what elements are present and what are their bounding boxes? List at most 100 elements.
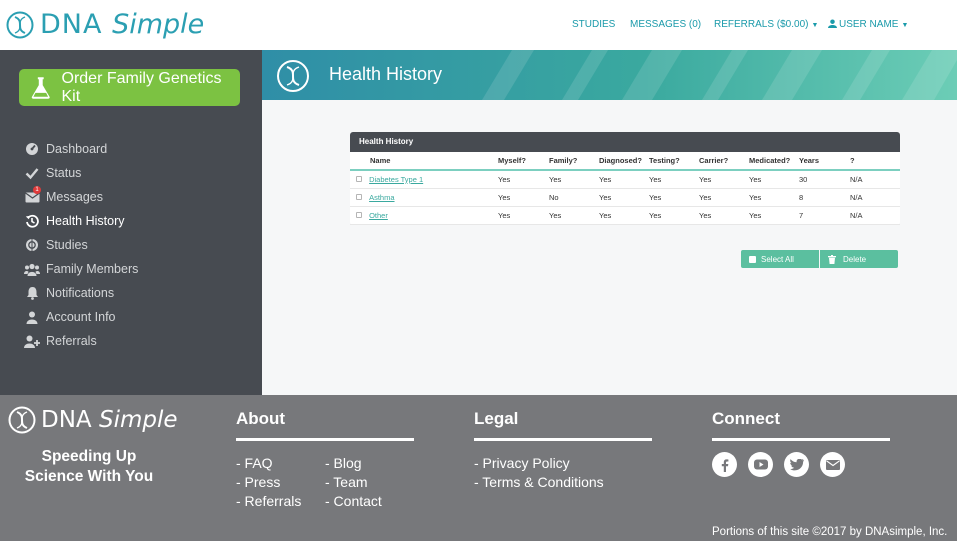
sidebar-item-label: Messages — [46, 190, 103, 204]
select-all-button[interactable]: Select All — [741, 250, 819, 268]
sidebar-item-status[interactable]: Status — [24, 161, 138, 185]
dna-logo-icon — [277, 60, 309, 92]
copyright: Portions of this site ©2017 by DNAsimple… — [712, 526, 948, 538]
table-row: Asthma Yes No Yes Yes Yes Yes 8 N/A — [350, 188, 900, 207]
check-icon — [24, 165, 40, 181]
order-kit-button[interactable]: Order Family Genetics Kit — [19, 69, 240, 106]
table-cell: Yes — [599, 206, 649, 225]
footer-link-press[interactable]: - Press — [236, 473, 301, 492]
table-cell: Yes — [498, 188, 549, 207]
column-header[interactable]: Carrier? — [699, 152, 749, 171]
sidebar-item-dashboard[interactable]: Dashboard — [24, 137, 138, 161]
envelope-icon: 1 — [24, 186, 41, 205]
table-row: Diabetes Type 1 Yes Yes Yes Yes Yes Yes … — [350, 170, 900, 189]
sidebar-item-label: Referrals — [46, 334, 97, 348]
sidebar: Order Family Genetics Kit Dashboard Stat… — [0, 50, 262, 395]
page-title: Health History — [329, 64, 443, 84]
footer-link-terms[interactable]: - Terms & Conditions — [474, 473, 604, 492]
trash-icon — [828, 254, 836, 264]
nav-messages[interactable]: MESSAGES (0) — [630, 19, 701, 30]
condition-link[interactable]: Diabetes Type 1 — [369, 175, 423, 184]
bell-icon — [24, 285, 40, 301]
user-plus-icon — [24, 333, 40, 349]
sidebar-item-label: Notifications — [46, 286, 115, 300]
table-cell: Yes — [649, 170, 699, 189]
footer-legal-links: - Privacy Policy - Terms & Conditions — [474, 454, 604, 492]
table-cell: Yes — [599, 188, 649, 207]
table-cell: Yes — [549, 206, 599, 225]
column-header[interactable]: Medicated? — [749, 152, 799, 171]
sidebar-item-messages[interactable]: 1 Messages — [24, 185, 138, 209]
column-header[interactable]: Name — [350, 152, 498, 171]
table-cell: Yes — [749, 170, 799, 189]
nav-user-label: USER NAME — [839, 19, 899, 30]
table-cell: Yes — [549, 170, 599, 189]
row-checkbox[interactable] — [356, 175, 362, 182]
footer-link-blog[interactable]: - Blog — [325, 454, 382, 473]
row-checkbox[interactable] — [356, 193, 362, 200]
twitter-icon[interactable] — [784, 452, 809, 477]
nav-referrals-dropdown[interactable]: REFERRALS ($0.00) ▼ — [714, 19, 818, 30]
table-cell: Yes — [498, 170, 549, 189]
footer-connect: Connect — [712, 409, 890, 441]
sidebar-item-studies[interactable]: Studies — [24, 233, 138, 257]
dnasimple-logo[interactable]: DNA Simple — [6, 9, 204, 40]
page-banner: Health History — [262, 50, 957, 100]
column-header[interactable]: Family? — [549, 152, 599, 171]
table-cell: N/A — [850, 170, 900, 189]
footer-link-team[interactable]: - Team — [325, 473, 382, 492]
table-cell: Yes — [699, 206, 749, 225]
footer-logo[interactable]: DNA Simple — [8, 406, 178, 434]
footer-link-faq[interactable]: - FAQ — [236, 454, 301, 473]
facebook-icon[interactable] — [712, 452, 737, 477]
table-cell: Yes — [599, 170, 649, 189]
column-header[interactable]: Diagnosed? — [599, 152, 649, 171]
table-cell: 30 — [799, 170, 850, 189]
table-cell: N/A — [850, 206, 900, 225]
studies-icon — [24, 237, 40, 253]
sidebar-item-referrals[interactable]: Referrals — [24, 329, 138, 353]
nav-user-dropdown[interactable]: USER NAME ▼ — [828, 19, 908, 30]
divider — [474, 438, 652, 441]
email-icon[interactable] — [820, 452, 845, 477]
table-cell: N/A — [850, 188, 900, 207]
nav-referrals-label: REFERRALS ($0.00) — [714, 19, 809, 30]
column-header[interactable]: Testing? — [649, 152, 699, 171]
delete-button[interactable]: Delete — [820, 250, 898, 268]
social-links — [712, 452, 856, 477]
table-title: Health History — [350, 132, 900, 152]
sidebar-item-notifications[interactable]: Notifications — [24, 281, 138, 305]
table-row: Other Yes Yes Yes Yes Yes Yes 7 N/A — [350, 206, 900, 225]
flask-icon — [31, 76, 50, 99]
footer-link-referrals[interactable]: - Referrals — [236, 492, 301, 511]
health-history-table: Name Myself? Family? Diagnosed? Testing?… — [350, 152, 900, 225]
checkbox-icon — [749, 255, 756, 263]
dna-logo-icon — [8, 406, 36, 434]
column-header[interactable]: ? — [850, 152, 900, 171]
table-cell: Yes — [749, 206, 799, 225]
sidebar-item-account-info[interactable]: Account Info — [24, 305, 138, 329]
condition-link[interactable]: Other — [369, 211, 388, 220]
divider — [236, 438, 414, 441]
user-icon — [828, 19, 837, 28]
footer-link-contact[interactable]: - Contact — [325, 492, 382, 511]
table-cell: Yes — [649, 206, 699, 225]
table-cell: No — [549, 188, 599, 207]
table-cell: 8 — [799, 188, 850, 207]
column-header[interactable]: Myself? — [498, 152, 549, 171]
column-header[interactable]: Years — [799, 152, 850, 171]
chevron-down-icon: ▼ — [901, 22, 909, 29]
footer-heading: About — [236, 409, 286, 428]
sidebar-item-health-history[interactable]: Health History — [24, 209, 138, 233]
divider — [712, 438, 890, 441]
condition-link[interactable]: Asthma — [369, 193, 394, 202]
youtube-icon[interactable] — [748, 452, 773, 477]
table-cell: Yes — [699, 188, 749, 207]
footer-logo-text: DNA Simple — [41, 407, 178, 433]
sidebar-item-family-members[interactable]: Family Members — [24, 257, 138, 281]
footer-link-privacy[interactable]: - Privacy Policy — [474, 454, 604, 473]
logo-text: DNA Simple — [40, 9, 205, 40]
table-cell: Yes — [649, 188, 699, 207]
row-checkbox[interactable] — [356, 211, 362, 218]
nav-studies[interactable]: STUDIES — [572, 19, 615, 30]
